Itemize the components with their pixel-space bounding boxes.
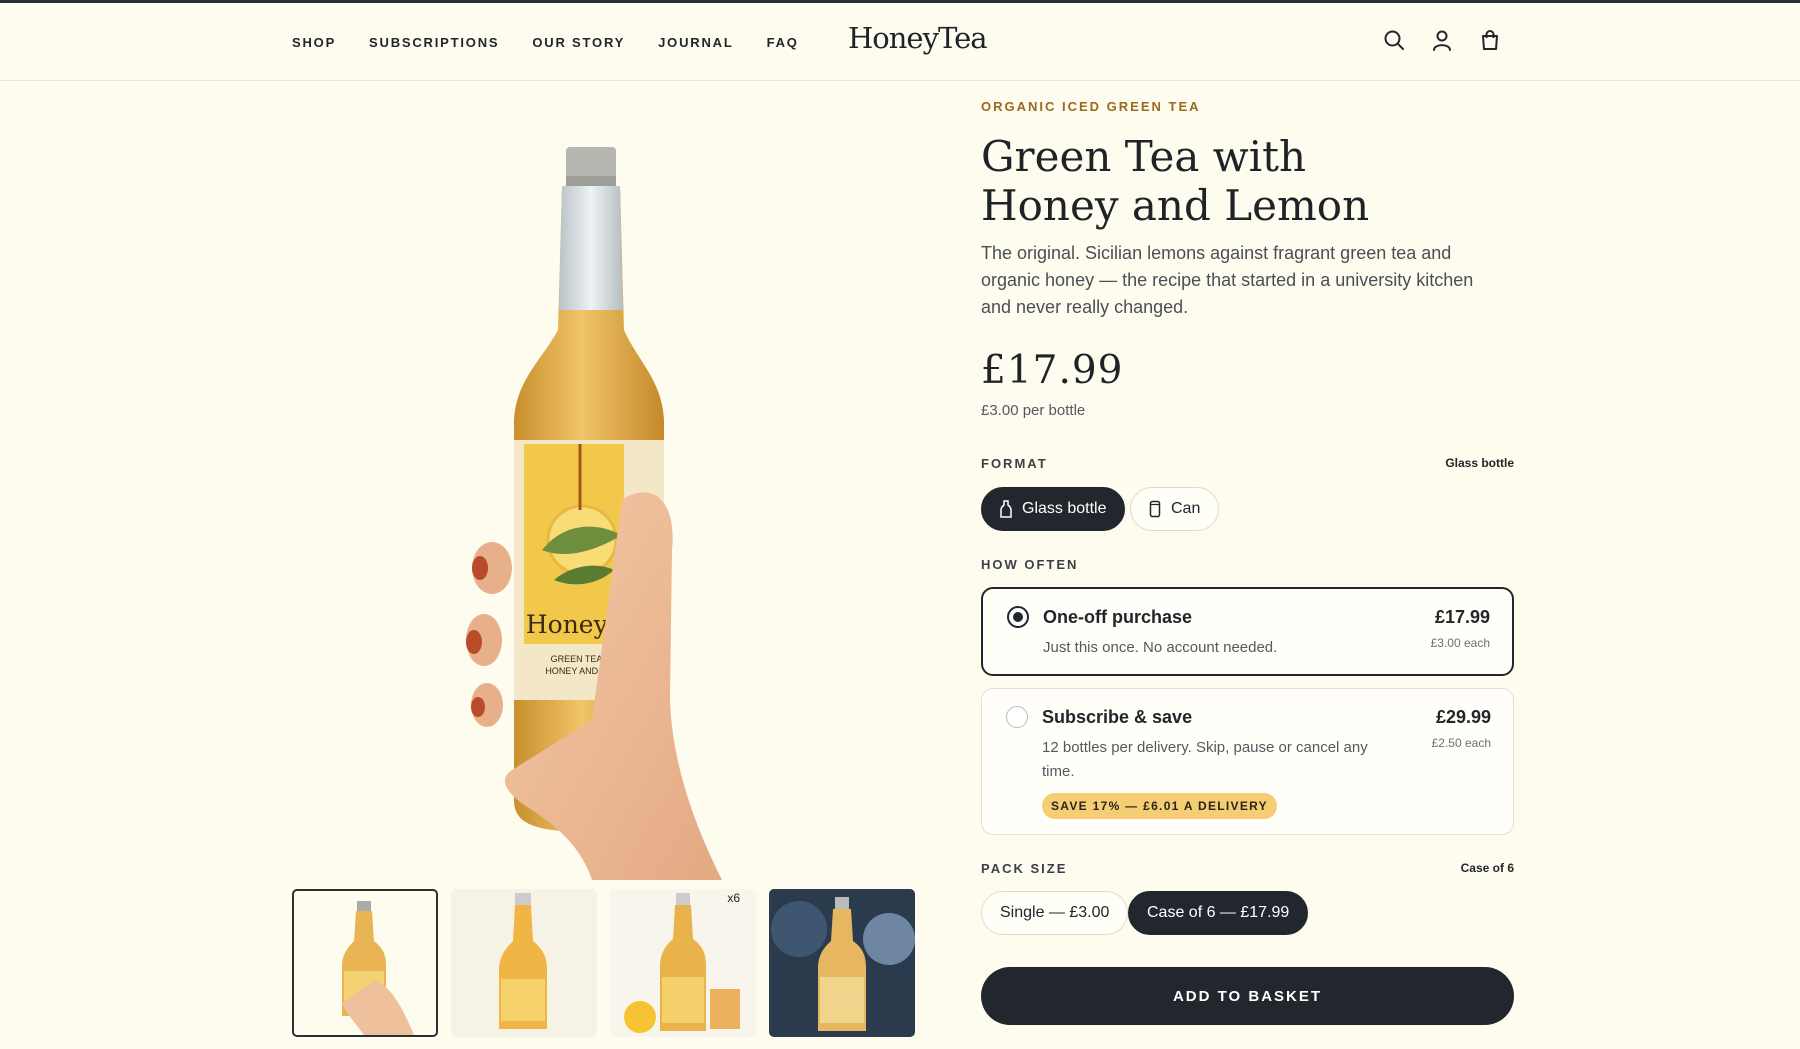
option-each-price: £2.50 each (1431, 736, 1491, 750)
title-line-1: Green Tea with (981, 132, 1307, 181)
pack-label-row: PACK SIZE Case of 6 (981, 861, 1514, 876)
thumbnail-4[interactable] (769, 889, 915, 1037)
product-hero-image: HoneyTea GREEN TEA WITH HONEY AND LEMON (292, 80, 917, 880)
nav-faq[interactable]: FAQ (767, 35, 799, 50)
pack-option-label: Single — £3.00 (1000, 904, 1110, 921)
option-subscribe[interactable]: Subscribe & save 12 bottles per delivery… (981, 688, 1514, 835)
title-line-2: Honey and Lemon (981, 181, 1370, 230)
thumbnail-strip: x6 (292, 889, 915, 1037)
product-title: Green Tea with Honey and Lemon (981, 132, 1501, 230)
thumbnail-3[interactable]: x6 (610, 889, 756, 1037)
product-price: £17.99 (981, 348, 1124, 393)
option-each-price: £3.00 each (1430, 636, 1490, 650)
option-title: One-off purchase (1043, 607, 1193, 627)
radio-subscribe[interactable] (1006, 706, 1028, 728)
account-icon[interactable] (1431, 29, 1453, 51)
bottle-icon (1000, 500, 1012, 518)
pack-selected-value: Case of 6 (1460, 861, 1514, 875)
savings-badge: SAVE 17% — £6.01 A DELIVERY (1042, 793, 1277, 819)
can-icon (1149, 500, 1161, 518)
option-one-off[interactable]: One-off purchase Just this once. No acco… (981, 587, 1514, 676)
pack-option-label: Case of 6 — £17.99 (1147, 904, 1290, 921)
format-glass-bottle[interactable]: Glass bottle (981, 487, 1126, 531)
pack-single[interactable]: Single — £3.00 (981, 891, 1129, 935)
site-header: SHOP SUBSCRIPTIONS OUR STORY JOURNAL FAQ… (0, 3, 1800, 81)
radio-one-off[interactable] (1007, 606, 1029, 628)
option-title: Subscribe & save (1042, 707, 1193, 727)
basket-icon[interactable] (1479, 29, 1501, 51)
format-option-label: Can (1171, 500, 1201, 517)
pack-case-of-6[interactable]: Case of 6 — £17.99 (1128, 891, 1309, 935)
format-option-label: Glass bottle (1022, 500, 1107, 517)
format-selected-value: Glass bottle (1445, 456, 1514, 470)
nav-shop[interactable]: SHOP (292, 35, 336, 50)
product-eyebrow: ORGANIC ICED GREEN TEA (981, 99, 1201, 114)
brand-logo[interactable]: HoneyTea (848, 21, 988, 55)
case-count-tag: x6 (727, 891, 740, 905)
frequency-label-row: HOW OFTEN (981, 557, 1514, 572)
option-price: £17.99 (1434, 607, 1490, 627)
frequency-label: HOW OFTEN (981, 557, 1079, 572)
nav-journal[interactable]: JOURNAL (658, 35, 733, 50)
format-can[interactable]: Can (1130, 487, 1220, 531)
format-label: FORMAT (981, 456, 1048, 471)
main-nav: SHOP SUBSCRIPTIONS OUR STORY JOURNAL FAQ (292, 3, 799, 81)
product-description: The original. Sicilian lemons against fr… (981, 243, 1474, 317)
nav-subscriptions[interactable]: SUBSCRIPTIONS (369, 35, 499, 50)
option-price: £29.99 (1435, 707, 1491, 727)
option-subtitle: Just this once. No account needed. (1043, 639, 1278, 656)
option-subtitle: 12 bottles per delivery. Skip, pause or … (1042, 739, 1368, 780)
header-icons (1383, 29, 1501, 51)
add-to-basket-button[interactable]: ADD TO BASKET (981, 967, 1514, 1025)
thumbnail-1[interactable] (292, 889, 438, 1037)
pack-size-label: PACK SIZE (981, 861, 1068, 876)
search-icon[interactable] (1383, 29, 1405, 51)
format-label-row: FORMAT Glass bottle (981, 456, 1514, 471)
nav-our-story[interactable]: OUR STORY (532, 35, 625, 50)
thumbnail-2[interactable] (451, 889, 597, 1037)
unit-price: £3.00 per bottle (981, 402, 1086, 419)
